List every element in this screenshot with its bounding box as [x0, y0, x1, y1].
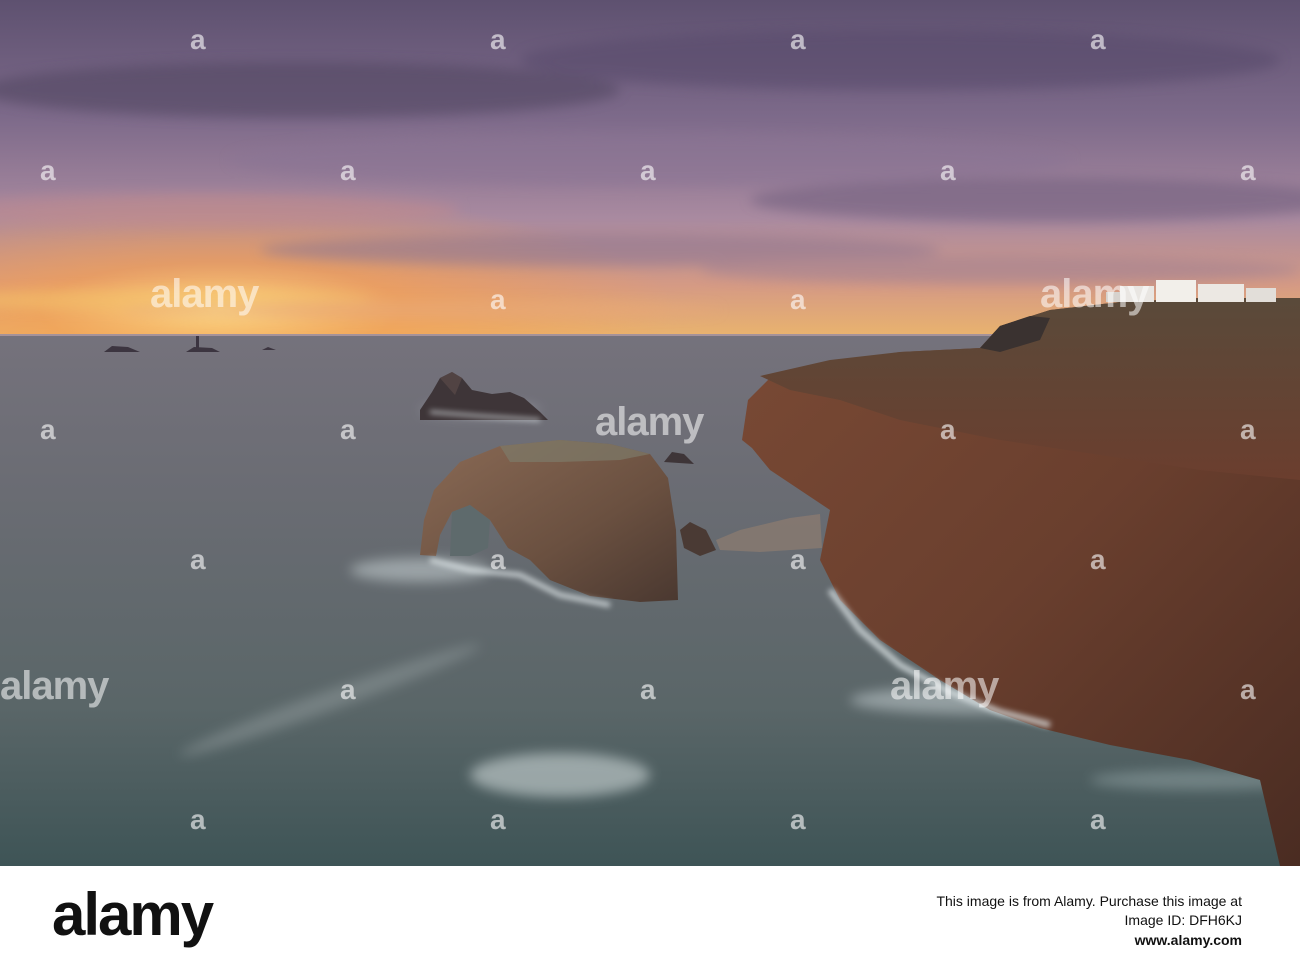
footer-bar: alamy This image is from Alamy. Purchase… [0, 866, 1300, 956]
footer-info: This image is from Alamy. Purchase this … [936, 892, 1242, 950]
image-id: Image ID: DFH6KJ [1124, 912, 1242, 928]
footer-caption: This image is from Alamy. Purchase this … [936, 893, 1242, 909]
footer-link[interactable]: www.alamy.com [936, 930, 1242, 950]
brand-logo: alamy [52, 881, 214, 948]
coastal-sunset-photo [0, 0, 1300, 866]
